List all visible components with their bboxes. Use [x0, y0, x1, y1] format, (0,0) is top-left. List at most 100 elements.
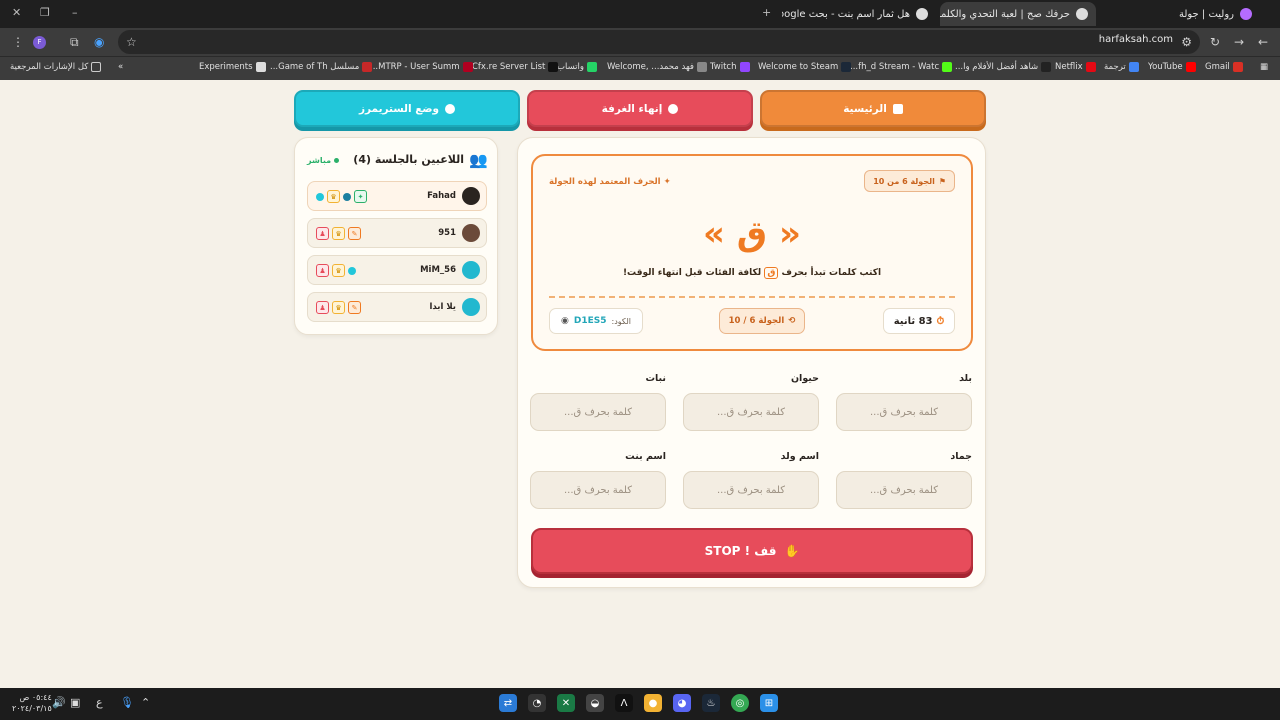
bookmark-item[interactable]: MTRP - User Summ...: [370, 62, 473, 72]
animal-input[interactable]: [683, 393, 819, 431]
bookmark-label: YouTube: [1148, 62, 1183, 72]
site-info-icon[interactable]: ⚙: [1181, 35, 1192, 49]
bookmark-item[interactable]: YouTube: [1148, 62, 1196, 72]
back-icon[interactable]: ←: [1258, 35, 1268, 49]
bookmark-item[interactable]: واتساب: [557, 62, 598, 72]
edit-icon[interactable]: ✎: [348, 227, 361, 240]
apps-grid-icon[interactable]: ▦: [1260, 62, 1268, 72]
language-indicator[interactable]: ع: [96, 696, 103, 709]
clock-time: ٠٥:٤٤ ص: [19, 693, 52, 702]
tab-harfaksah[interactable]: حرفك صح | لعبة التحدي والكلمات ✕: [940, 2, 1096, 26]
bookmark-item[interactable]: Experiments: [199, 62, 266, 72]
leave-room-button[interactable]: إنهاء الغرفة: [527, 90, 753, 127]
volume-icon[interactable]: 🔊: [52, 696, 66, 709]
girl-name-input[interactable]: [530, 471, 666, 509]
status-dot-icon: [348, 267, 356, 275]
profile-avatar[interactable]: F: [33, 36, 46, 49]
bookmark-label: واتساب: [557, 62, 585, 72]
room-code-value: D1ES5: [573, 316, 607, 326]
extensions-icon[interactable]: ⧉: [70, 35, 79, 50]
kick-user-icon[interactable]: ♟: [316, 301, 329, 314]
crown-icon[interactable]: ♛: [332, 301, 345, 314]
bookmark-item[interactable]: Twitch: [710, 62, 750, 72]
edit-icon[interactable]: ✎: [348, 301, 361, 314]
menu-icon[interactable]: ⋮: [12, 35, 24, 49]
taskbar-app-icon[interactable]: ⇄: [499, 694, 517, 712]
clock-date: ٢٠٢٤/٠٣/١٥: [12, 704, 52, 713]
eye-icon[interactable]: ◉: [561, 316, 569, 326]
taskbar-app-icon[interactable]: ◒: [586, 694, 604, 712]
clock[interactable]: ٠٥:٤٤ ص ٢٠٢٤/٠٣/١٥: [12, 692, 52, 714]
stop-button[interactable]: ✋ قف ! STOP: [531, 528, 973, 574]
reload-icon[interactable]: ↻: [1210, 35, 1220, 49]
netflix-icon: [1085, 62, 1096, 72]
crown-icon[interactable]: ♛: [332, 227, 345, 240]
approved-letter-label: ✦ الحرف المعتمد لهذه الجولة: [549, 177, 671, 187]
bookmark-item[interactable]: شاهد أفضل الأفلام وا...: [955, 62, 1052, 72]
forward-icon[interactable]: →: [1234, 35, 1244, 49]
tab-title: روليت | جولة: [1178, 8, 1234, 20]
discord-icon[interactable]: ◕: [673, 694, 691, 712]
shahid-icon: [1041, 62, 1052, 72]
bookmark-item[interactable]: ترجمة: [1104, 62, 1139, 72]
bookmark-item[interactable]: Gmail: [1205, 62, 1243, 72]
chrome-icon[interactable]: ◎: [731, 694, 749, 712]
bookmark-star-icon[interactable]: ☆: [126, 35, 137, 49]
restore-window-icon[interactable]: ❐: [40, 6, 50, 19]
avatar: [462, 298, 480, 316]
boy-name-input[interactable]: [683, 471, 819, 509]
home-button[interactable]: الرئيسية: [760, 90, 986, 127]
room-code[interactable]: الكود: D1ES5 ◉: [549, 308, 643, 334]
bookmark-item[interactable]: مسلسل Game of Th...: [270, 62, 373, 72]
taskbar-app-icon[interactable]: Λ: [615, 694, 633, 712]
instruction-text: اكتب كلمات تبدأ بحرف ق لكافة الفئات قبل …: [533, 267, 971, 279]
more-bookmarks-icon[interactable]: »: [118, 62, 123, 72]
translate-icon: [1128, 62, 1139, 72]
object-input[interactable]: [836, 471, 972, 509]
player-row: 951 ♟ ♛ ✎: [307, 218, 487, 248]
network-icon[interactable]: ▣: [70, 696, 80, 709]
bookmarks-bar: ▦ Gmail YouTube ترجمة Netflix شاهد أفضل …: [0, 56, 1280, 80]
bookmark-label: MTRP - User Summ...: [370, 62, 460, 72]
bookmark-item[interactable]: Netflix: [1055, 62, 1096, 72]
windows-start-icon[interactable]: ⊞: [760, 694, 778, 712]
close-window-icon[interactable]: ✕: [12, 6, 21, 19]
kick-icon: [942, 62, 953, 72]
repeat-icon: ⟲: [788, 316, 796, 326]
taskbar-app-icon[interactable]: ◔: [528, 694, 546, 712]
category-label-object: جماد: [950, 451, 972, 462]
bookmark-label: ترجمة: [1104, 62, 1126, 72]
experiments-icon: [255, 62, 266, 72]
cast-icon[interactable]: ◉: [94, 35, 104, 49]
tab-google-search[interactable]: هل ثمار اسم بنت - بحث Google ✕: [782, 2, 936, 26]
taskbar: ٠٥:٤٤ ص ٢٠٢٤/٠٣/١٥ 🔊 ▣ ع 🎙 ⌃ ⇄ ◔ ✕ ◒ Λ ●…: [0, 688, 1280, 720]
power-icon: [668, 103, 679, 114]
game-page: الرئيسية إنهاء الغرفة وضع الستريمرز 👥 ال…: [0, 80, 1280, 688]
address-bar[interactable]: ☆ ⚙: [118, 30, 1200, 54]
all-bookmarks[interactable]: كل الإشارات المرجعية: [10, 62, 102, 72]
streamer-mode-button[interactable]: وضع الستريمرز: [294, 90, 520, 127]
twitch-icon: [739, 62, 750, 72]
taskbar-app-icon[interactable]: ●: [644, 694, 662, 712]
player-row: MiM_56 ♟ ♛: [307, 255, 487, 285]
microphone-icon[interactable]: 🎙: [120, 696, 134, 709]
crown-icon[interactable]: ♛: [332, 264, 345, 277]
bookmark-item[interactable]: فهد محمد... ,Welcome: [607, 62, 707, 72]
tray-overflow-icon[interactable]: ⌃: [141, 696, 150, 709]
bookmark-item[interactable]: Welcome to Steam: [758, 62, 852, 72]
kick-user-icon[interactable]: ♟: [316, 264, 329, 277]
minimize-window-icon[interactable]: –: [72, 6, 78, 19]
player-name: Fahad: [427, 191, 456, 201]
taskbar-app-icon[interactable]: ✕: [557, 694, 575, 712]
bookmark-item[interactable]: Cfx.re Server List: [472, 62, 559, 72]
steam-icon[interactable]: ♨: [702, 694, 720, 712]
plant-input[interactable]: [530, 393, 666, 431]
bookmark-item[interactable]: fh_d Stream - Watc...: [850, 62, 953, 72]
status-dot-icon: [316, 193, 324, 201]
tab-roulette[interactable]: روليت | جولة: [1160, 2, 1260, 26]
country-input[interactable]: [836, 393, 972, 431]
stopwatch-icon: ⏱: [936, 315, 945, 327]
kick-user-icon[interactable]: ♟: [316, 227, 329, 240]
url-text[interactable]: harfaksah.com: [1099, 34, 1173, 45]
new-tab-button[interactable]: +: [762, 6, 771, 19]
